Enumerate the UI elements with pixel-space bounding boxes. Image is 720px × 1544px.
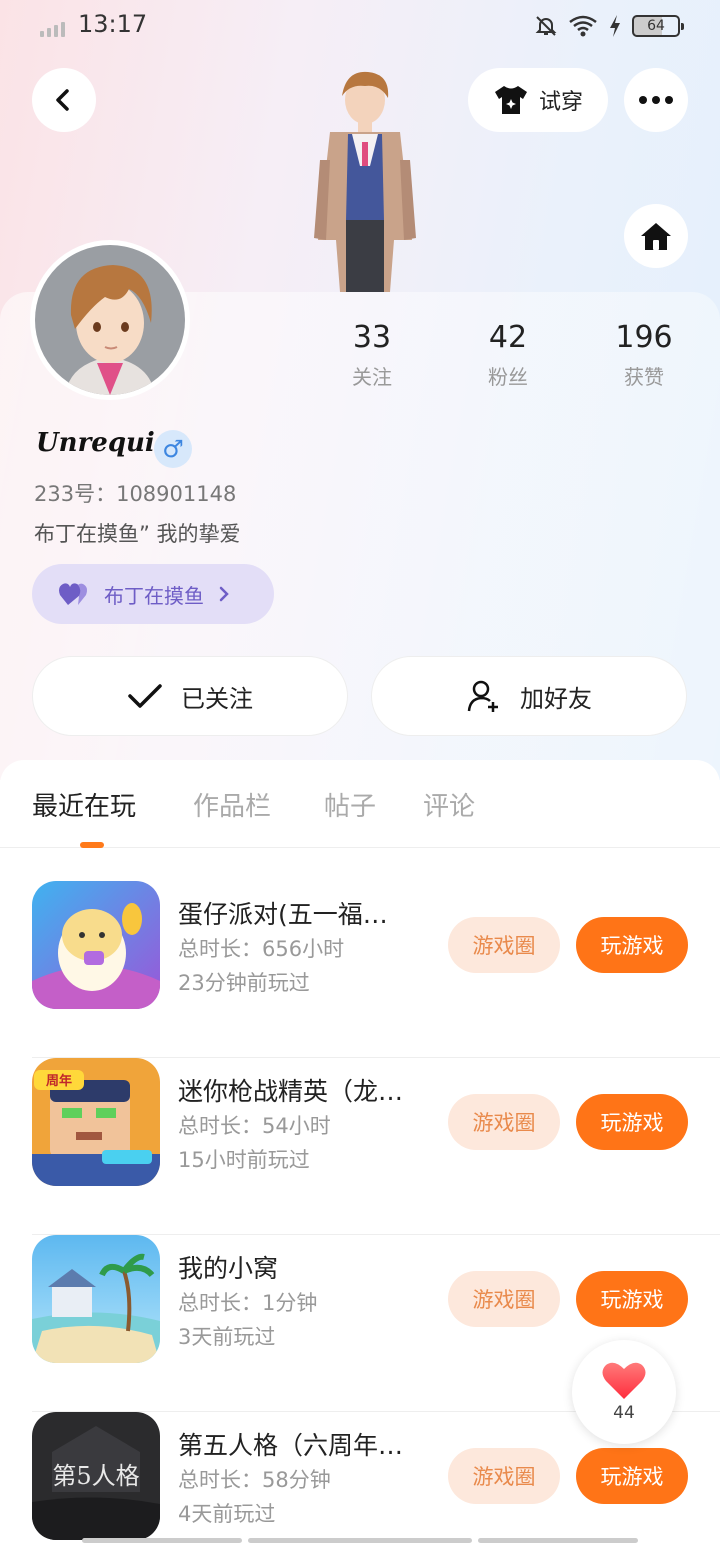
game-playtime: 总时长：58分钟	[178, 1468, 331, 1492]
status-bar: 13:17 64	[0, 0, 720, 54]
avatar[interactable]	[30, 240, 190, 400]
home-button[interactable]	[624, 204, 688, 268]
game-title: 我的小窝	[178, 1254, 279, 1283]
mute-bell-icon	[535, 16, 557, 36]
game-row[interactable]: 蛋仔派对(五一福… 总时长：656小时 23分钟前玩过 游戏圈 玩游戏	[32, 881, 720, 1058]
play-game-button[interactable]: 玩游戏	[576, 1271, 688, 1327]
game-icon-my-nest[interactable]	[32, 1235, 160, 1363]
stat-following-count: 33	[352, 320, 392, 355]
followed-label: 已关注	[181, 684, 253, 713]
tab-recently-played[interactable]: 最近在玩	[32, 786, 136, 823]
tab-posts[interactable]: 帖子	[324, 786, 376, 823]
avatar-3d-character[interactable]	[290, 70, 440, 292]
game-icon-identity-v[interactable]: 第5人格	[32, 1412, 160, 1540]
user-id: 233号：108901148	[34, 482, 237, 506]
charging-icon	[610, 15, 620, 37]
chevron-right-icon	[219, 586, 229, 602]
male-gender-icon: ♂	[154, 430, 192, 468]
game-playtime: 总时长：1分钟	[178, 1291, 318, 1315]
stat-fans[interactable]: 42 粉丝	[453, 320, 563, 390]
icon-title-text: 第5人格	[52, 1462, 139, 1490]
game-icon-eggy-party[interactable]	[32, 881, 160, 1009]
stat-fans-label: 粉丝	[488, 365, 528, 389]
add-friend-button[interactable]: 加好友	[371, 656, 687, 736]
club-button[interactable]: 布丁在摸鱼	[32, 564, 274, 624]
user-bio: 布丁在摸鱼” 我的挚爱	[34, 522, 241, 546]
tab-bar: 最近在玩 作品栏 帖子 评论	[0, 760, 720, 848]
stat-likes-label: 获赞	[624, 365, 664, 389]
status-time: 13:17	[78, 10, 148, 38]
game-last-played: 15小时前玩过	[178, 1148, 310, 1172]
chevron-left-icon	[56, 89, 69, 111]
try-on-button[interactable]: 试穿	[468, 68, 608, 132]
like-count: 44	[613, 1403, 635, 1423]
home-indicator	[82, 1538, 242, 1543]
followed-button[interactable]: 已关注	[32, 656, 348, 736]
game-circle-button[interactable]: 游戏圈	[448, 917, 560, 973]
game-circle-button[interactable]: 游戏圈	[448, 1094, 560, 1150]
more-button[interactable]	[624, 68, 688, 132]
game-playtime: 总时长：54小时	[178, 1114, 331, 1138]
double-heart-icon	[59, 583, 87, 605]
heart-icon	[602, 1362, 646, 1399]
game-last-played: 4天前玩过	[178, 1502, 276, 1526]
check-icon	[128, 684, 162, 708]
game-icon-mini-gunfight[interactable]: 周年	[32, 1058, 160, 1186]
game-title: 第五人格（六周年…	[178, 1431, 404, 1460]
home-icon	[641, 223, 671, 250]
play-game-button[interactable]: 玩游戏	[576, 1094, 688, 1150]
game-circle-button[interactable]: 游戏圈	[448, 1271, 560, 1327]
username: Unrequi	[36, 428, 155, 458]
game-playtime: 总时长：656小时	[178, 937, 345, 961]
more-dots-icon	[639, 96, 673, 104]
tab-works[interactable]: 作品栏	[193, 786, 271, 823]
tab-comments[interactable]: 评论	[423, 786, 475, 823]
wifi-icon	[569, 15, 597, 37]
game-last-played: 3天前玩过	[178, 1325, 276, 1349]
stat-following[interactable]: 33 关注	[317, 320, 427, 390]
game-circle-button[interactable]: 游戏圈	[448, 1448, 560, 1504]
back-button[interactable]	[32, 68, 96, 132]
stat-likes-count: 196	[615, 320, 673, 355]
game-last-played: 23分钟前玩过	[178, 971, 310, 995]
tshirt-icon	[494, 86, 527, 114]
game-title: 蛋仔派对(五一福…	[178, 900, 388, 929]
stat-fans-count: 42	[488, 320, 528, 355]
club-label: 布丁在摸鱼	[104, 583, 204, 608]
signal-icon	[40, 22, 65, 37]
icon-badge-text: 周年	[46, 1073, 72, 1089]
stat-following-label: 关注	[352, 365, 392, 389]
like-button[interactable]: 44	[572, 1340, 676, 1444]
try-on-label: 试穿	[538, 90, 583, 115]
game-title: 迷你枪战精英（龙…	[178, 1077, 404, 1106]
tab-indicator	[80, 842, 104, 848]
add-friend-label: 加好友	[520, 684, 592, 713]
play-game-button[interactable]: 玩游戏	[576, 1448, 688, 1504]
stat-likes[interactable]: 196 获赞	[589, 320, 699, 390]
battery-indicator: 64	[632, 15, 684, 37]
add-user-icon	[467, 680, 498, 712]
home-indicator	[478, 1538, 638, 1543]
game-row[interactable]: 周年 迷你枪战精英（龙… 总时长：54小时 15小时前玩过 游戏圈 玩游戏	[32, 1058, 720, 1235]
play-game-button[interactable]: 玩游戏	[576, 917, 688, 973]
home-indicator	[248, 1538, 472, 1543]
